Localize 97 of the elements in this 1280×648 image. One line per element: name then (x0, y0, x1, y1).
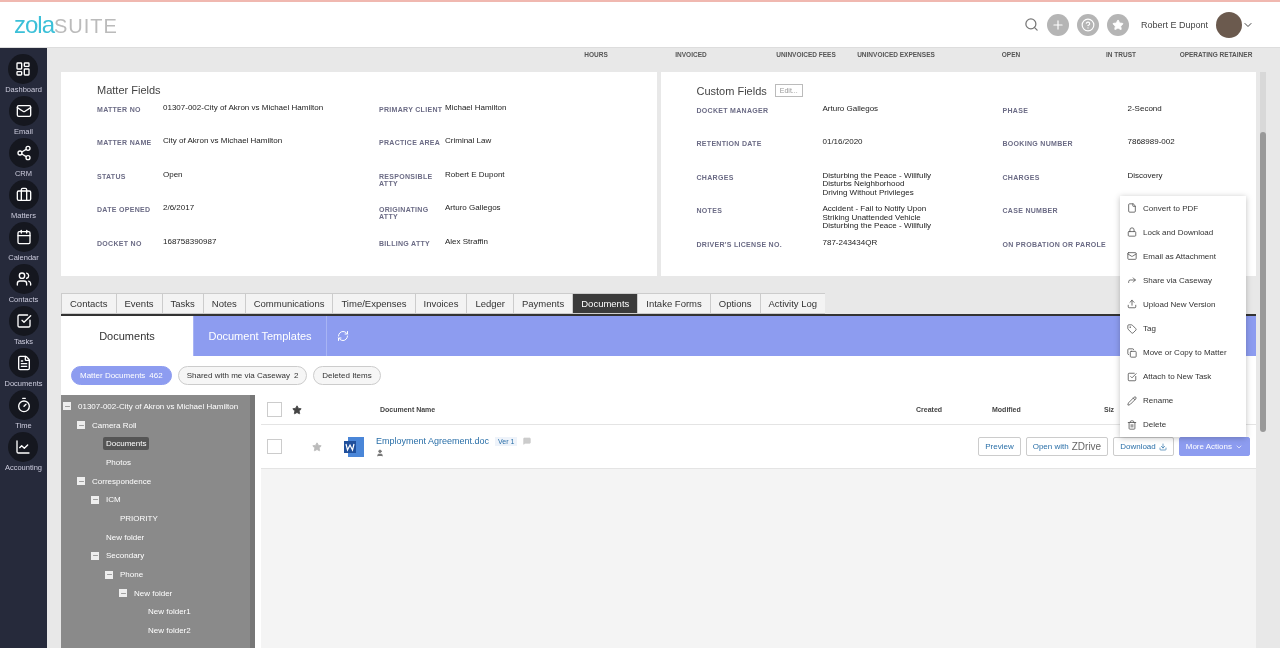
refresh-icon[interactable] (337, 330, 349, 342)
help-button[interactable] (1076, 13, 1099, 36)
collapse-icon[interactable] (63, 402, 71, 411)
collapse-icon[interactable] (77, 421, 85, 430)
mail-icon[interactable] (8, 96, 39, 126)
field-value: Open (163, 170, 184, 181)
field-value: Disturbing the Peace - Willfully Disturbs Neighborhood Driving Without Privileges (822, 171, 932, 199)
tab[interactable]: Events (115, 293, 162, 314)
tab[interactable]: Contacts (61, 293, 116, 314)
field-value: Arturo Gallegos (445, 204, 502, 215)
field-value: 2-Second (1127, 105, 1163, 115)
star-icon[interactable] (312, 441, 322, 452)
star-icon[interactable] (292, 404, 302, 415)
collapse-icon[interactable] (105, 570, 113, 579)
tab[interactable]: Activity Log (759, 293, 826, 314)
avatar[interactable] (1216, 11, 1242, 38)
scrollbar[interactable] (1260, 132, 1266, 432)
checkbox[interactable] (267, 439, 282, 454)
field-value: Accident - Fail to Notify Upon Striking Unattended Vehicle Disturbing the Peace - Willfully (822, 205, 932, 232)
tab[interactable]: Communications (244, 293, 333, 314)
field-value: Discovery (1127, 171, 1164, 182)
calendar-icon[interactable] (8, 222, 39, 252)
chart-icon[interactable] (8, 432, 39, 462)
file-icon (1127, 203, 1137, 214)
collapse-icon[interactable] (91, 551, 99, 560)
collapse-icon[interactable] (91, 495, 99, 504)
trash-icon (1127, 419, 1137, 430)
field-value: City of Akron vs Michael Hamilton (163, 137, 284, 148)
menu-item[interactable]: Email as Attachment (1143, 251, 1216, 261)
field-value: Alex Straffin (445, 237, 489, 248)
download-button[interactable]: Download (1113, 437, 1174, 456)
lock-icon (1127, 227, 1137, 238)
tab[interactable]: Ledger (466, 293, 513, 314)
field-value: 2/6/2017 (163, 204, 196, 215)
field-value: 787-243434QR (822, 238, 879, 249)
network-icon[interactable] (8, 138, 39, 168)
plus-icon (1050, 17, 1065, 32)
field-value: Arturo Gallegos (822, 105, 880, 115)
tab[interactable]: Documents (572, 293, 638, 314)
logo: zolaSUITE (14, 10, 118, 39)
tab[interactable]: Documents (61, 316, 194, 356)
checkbox-icon (1127, 371, 1137, 382)
tab[interactable]: Tasks (161, 293, 203, 314)
field-value: 168758390987 (163, 237, 218, 248)
checkbox[interactable] (267, 402, 282, 417)
tab[interactable]: Options (709, 293, 760, 314)
filter-pill[interactable]: Shared with me via Caseway 2 (177, 366, 308, 385)
filter-pill[interactable]: Deleted Items (313, 366, 381, 385)
document-link[interactable]: Employment Agreement.doc (376, 436, 490, 446)
share-icon (1127, 275, 1137, 286)
tab[interactable]: Intake Forms (637, 293, 710, 314)
comment-icon[interactable] (523, 437, 532, 445)
mail-icon (1127, 251, 1137, 262)
pencil-icon (1127, 395, 1137, 406)
field-value: Robert E Dupont (445, 170, 506, 181)
tab[interactable]: Payments (513, 293, 573, 314)
search-icon[interactable] (1023, 17, 1039, 32)
upload-icon (1127, 299, 1137, 310)
dashboard-icon[interactable] (8, 54, 39, 84)
tag-icon (1127, 323, 1137, 334)
field-value: 01307-002-City of Akron vs Michael Hamilton (163, 104, 325, 114)
field-value: Criminal Law (445, 137, 493, 148)
people-icon[interactable] (8, 264, 39, 294)
briefcase-icon[interactable] (8, 180, 39, 210)
field-value: 01/16/2020 (822, 138, 864, 149)
menu-item[interactable]: Lock and Download (1143, 227, 1214, 237)
open-with-button[interactable]: Open with ZDrive (1025, 437, 1109, 456)
card-title: Matter Fields (97, 84, 161, 96)
folder-item[interactable]: Documents (103, 437, 150, 451)
menu-item[interactable]: Rename (1143, 396, 1174, 406)
tab[interactable]: Notes (202, 293, 245, 314)
menu-item[interactable]: Move or Copy to Matter (1143, 348, 1227, 358)
tab[interactable]: Time/Expenses (332, 293, 415, 314)
checkbox-icon[interactable] (8, 306, 39, 336)
card-title: Custom Fields (696, 84, 767, 97)
favorites-button[interactable] (1106, 13, 1129, 36)
word-file-icon (342, 434, 366, 459)
star-icon (1111, 18, 1124, 31)
copy-icon (1127, 347, 1137, 358)
collapse-icon[interactable] (77, 477, 85, 486)
stopwatch-icon[interactable] (8, 390, 39, 420)
menu-item[interactable]: Convert to PDF (1143, 203, 1199, 213)
menu-item[interactable]: Attach to New Task (1143, 372, 1212, 382)
preview-button[interactable]: Preview (978, 437, 1021, 456)
add-button[interactable] (1046, 13, 1069, 36)
menu-item[interactable]: Tag (1143, 324, 1156, 333)
field-value: 7868989-002 (1127, 138, 1176, 149)
download-icon (1158, 442, 1167, 451)
document-icon[interactable] (8, 348, 39, 378)
field-value: Michael Hamilton (445, 104, 508, 114)
menu-item[interactable]: Upload New Version (1143, 299, 1216, 309)
user-icon (376, 449, 384, 457)
menu-item[interactable]: Share via Caseway (1143, 275, 1212, 285)
help-icon (1080, 17, 1095, 32)
tab[interactable]: Invoices (414, 293, 467, 314)
user-name[interactable]: Robert E Dupont (1140, 19, 1208, 30)
collapse-icon[interactable] (119, 589, 127, 598)
